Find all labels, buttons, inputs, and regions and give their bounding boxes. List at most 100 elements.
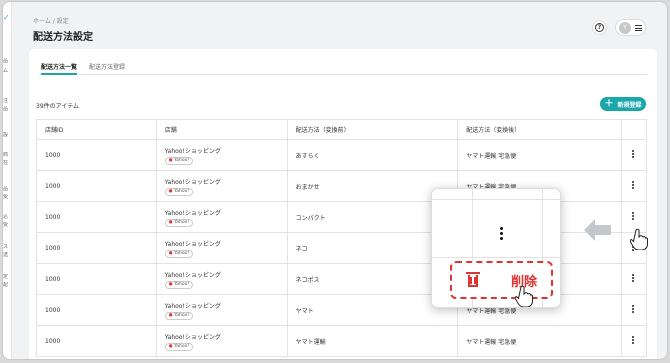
hand-cursor-icon [630, 228, 648, 250]
help-icon: ? [595, 23, 604, 32]
cell-actions [620, 325, 648, 357]
cell-actions [620, 170, 648, 202]
cell-before: あすらく [286, 139, 459, 171]
sidebar-item-7[interactable]: 在 [3, 160, 11, 166]
cell-after: ヤマト運輸 宅急便 [457, 139, 622, 171]
shop-name: Yahoo!ショッピング [164, 271, 221, 279]
cell-shop-id: 1000 [36, 263, 157, 295]
shop-tag-label: Yahoo! [174, 312, 190, 318]
shop-tag: ● Yahoo! [164, 218, 194, 227]
shop-tag: ● Yahoo! [164, 187, 194, 196]
shop-tag-label: Yahoo! [174, 343, 190, 349]
sidebar-item-3[interactable]: 注 [3, 98, 11, 104]
pointer-arrow-icon [584, 219, 611, 241]
sidebar-item-4[interactable]: 品 [3, 106, 11, 112]
sidebar: ✓ 品 ム 注 品 設 商 在 品 受 込 受 ス 送 定 配 [3, 2, 12, 359]
sidebar-item-10[interactable]: 込 [3, 214, 11, 220]
divider [432, 257, 560, 258]
main-card: 配送方法一覧 配送方法登録 39件のアイテム ＋ 新規登録 店舗ID 店舗 配送… [29, 49, 657, 359]
shop-name: Yahoo!ショッピング [164, 178, 221, 186]
cell-shop-id: 1000 [36, 325, 157, 357]
shop-tag-label: Yahoo! [174, 188, 190, 194]
dot-icon: ● [168, 281, 173, 287]
trash-icon [466, 272, 480, 288]
kebab-menu-icon[interactable] [632, 304, 635, 314]
shop-tag-label: Yahoo! [174, 281, 190, 287]
app-logo: ✓ [3, 13, 10, 22]
sidebar-item-13[interactable]: 送 [3, 252, 11, 258]
new-register-button[interactable]: ＋ 新規登録 [600, 97, 646, 111]
table-row[interactable]: 1000 Yahoo!ショッピング ● Yahoo! あすらく ヤマト運輸 宅急便 [36, 139, 648, 171]
cell-after: ヤマト運輸 宅急便 [457, 325, 622, 357]
cell-shop-id: 1000 [36, 232, 157, 264]
kebab-menu-icon[interactable] [632, 211, 635, 221]
table-header-row: 店舗ID 店舗 配送方法（変換前） 配送方法（変換後） [36, 119, 648, 140]
cell-actions [620, 294, 648, 326]
column-header-shop-id[interactable]: 店舗ID [36, 119, 157, 140]
kebab-menu-icon[interactable] [632, 149, 635, 159]
shop-tag: ● Yahoo! [164, 342, 194, 351]
hand-cursor-icon [515, 285, 533, 307]
divider [432, 199, 560, 200]
sidebar-item-14[interactable]: 定 [3, 274, 11, 280]
shop-name: Yahoo!ショッピング [164, 147, 221, 155]
tab-delivery-list[interactable]: 配送方法一覧 [41, 62, 78, 75]
cell-shop: Yahoo!ショッピング ● Yahoo! [155, 325, 288, 357]
page-title: 配送方法設定 [33, 32, 93, 43]
cell-shop: Yahoo!ショッピング ● Yahoo! [155, 170, 288, 202]
delete-menu-item[interactable]: 削除 [450, 261, 553, 299]
kebab-menu-icon[interactable] [632, 335, 635, 345]
dot-icon: ● [168, 250, 173, 256]
cell-shop-id: 1000 [36, 294, 157, 326]
help-button[interactable]: ? [592, 20, 607, 35]
sidebar-item-9[interactable]: 受 [3, 194, 11, 200]
cell-shop: Yahoo!ショッピング ● Yahoo! [155, 201, 288, 233]
sidebar-item-5[interactable]: 設 [3, 132, 11, 138]
tab-delivery-register[interactable]: 配送方法登録 [89, 62, 125, 75]
shop-tag: ● Yahoo! [164, 311, 194, 320]
shop-name: Yahoo!ショッピング [164, 209, 221, 217]
cell-shop: Yahoo!ショッピング ● Yahoo! [155, 139, 288, 171]
table-row[interactable]: 1000 Yahoo!ショッピング ● Yahoo! ヤマト運輸 ヤマト運輸 宅急便 [36, 325, 648, 357]
new-register-label: 新規登録 [617, 101, 642, 109]
cell-shop: Yahoo!ショッピング ● Yahoo! [155, 294, 288, 326]
column-header-after[interactable]: 配送方法（変換後） [457, 119, 622, 140]
dot-icon: ● [168, 312, 173, 318]
column-header-before[interactable]: 配送方法（変換前） [286, 119, 459, 140]
cell-actions [620, 263, 648, 295]
sidebar-item-8[interactable]: 品 [3, 186, 11, 192]
cell-actions [620, 139, 648, 171]
plus-icon: ＋ [604, 98, 614, 109]
item-count: 39件のアイテム [36, 103, 80, 110]
shop-name: Yahoo!ショッピング [164, 333, 221, 341]
sidebar-item-6[interactable]: 商 [3, 152, 11, 158]
sidebar-item-11[interactable]: 受 [3, 222, 11, 228]
user-menu-button[interactable]: Y [615, 19, 646, 36]
column-header-shop[interactable]: 店舗 [155, 119, 288, 140]
kebab-menu-icon[interactable] [500, 227, 504, 242]
breadcrumb[interactable]: ホーム / 設定 [33, 16, 69, 25]
sidebar-item-1[interactable]: 品 [3, 58, 11, 64]
sidebar-item-15[interactable]: 配 [3, 282, 11, 288]
menu-icon [635, 25, 642, 31]
sidebar-item-2[interactable]: ム [3, 68, 11, 74]
kebab-menu-icon[interactable] [632, 180, 635, 190]
avatar: Y [619, 22, 631, 34]
shop-tag: ● Yahoo! [164, 280, 194, 289]
shop-tag: ● Yahoo! [164, 156, 194, 165]
app-window: ✓ 品 ム 注 品 設 商 在 品 受 込 受 ス 送 定 配 ホーム / 設定… [3, 2, 667, 359]
cell-before: ヤマト運輸 [286, 325, 459, 357]
cell-shop: Yahoo!ショッピング ● Yahoo! [155, 232, 288, 264]
dot-icon: ● [168, 157, 173, 163]
cell-shop: Yahoo!ショッピング ● Yahoo! [155, 263, 288, 295]
shop-tag-label: Yahoo! [174, 250, 190, 256]
kebab-menu-icon[interactable] [632, 273, 635, 283]
dot-icon: ● [168, 343, 173, 349]
cell-shop-id: 1000 [36, 201, 157, 233]
shop-name: Yahoo!ショッピング [164, 240, 221, 248]
tab-bar: 配送方法一覧 配送方法登録 [39, 62, 647, 75]
shop-tag-label: Yahoo! [174, 219, 190, 225]
sidebar-item-12[interactable]: ス [3, 244, 11, 250]
dot-icon: ● [168, 219, 173, 225]
cell-shop-id: 1000 [36, 139, 157, 171]
